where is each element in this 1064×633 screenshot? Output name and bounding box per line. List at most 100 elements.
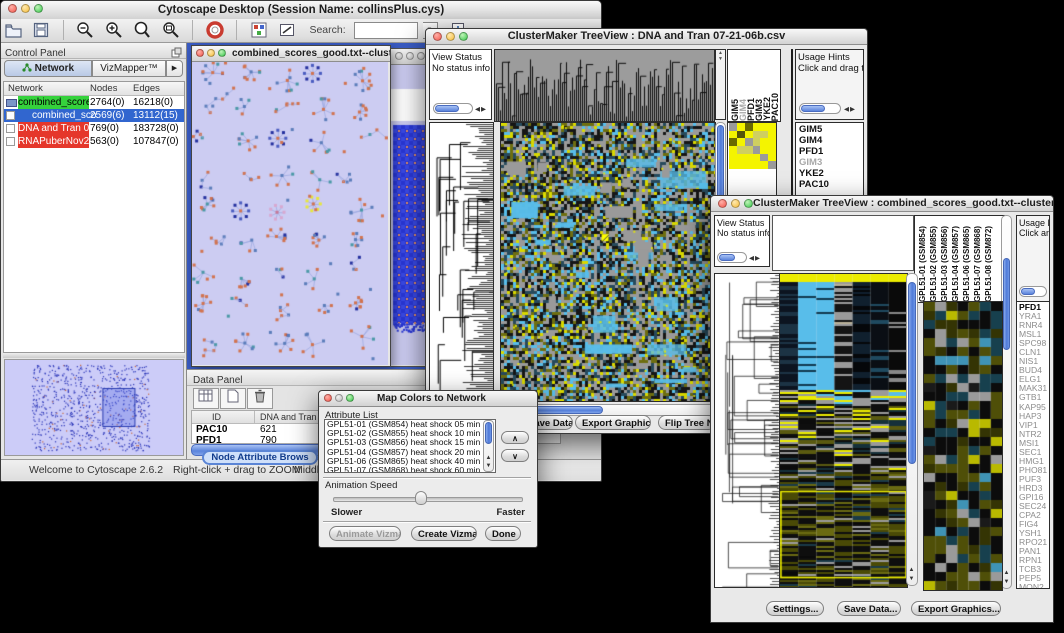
close-icon[interactable] — [324, 394, 332, 402]
treeview1-row-dendrogram[interactable] — [429, 122, 494, 414]
column-header-id[interactable]: ID — [212, 411, 221, 424]
network-table-row[interactable]: combined_scores 2764(0) 16218(0) — [4, 96, 184, 109]
search-input[interactable] — [354, 22, 418, 39]
minimize-icon[interactable] — [731, 199, 740, 208]
zoom-window-icon[interactable] — [459, 32, 468, 41]
view-status-hscrollbar[interactable] — [717, 252, 747, 263]
vizmapper-icon[interactable] — [249, 20, 269, 45]
column-label[interactable]: GIM3 — [754, 99, 762, 121]
close-icon[interactable] — [8, 4, 17, 13]
gene-label[interactable]: MON2 — [1019, 583, 1049, 589]
column-label[interactable]: GIM4 — [738, 99, 746, 121]
dialog-button[interactable]: Animate Vizmap — [329, 526, 401, 541]
strip-down-icon[interactable]: ▼ — [716, 56, 725, 62]
treeview2-row-dendrogram[interactable] — [714, 273, 781, 588]
treeview1-column-dendrogram[interactable] — [494, 49, 715, 122]
move-down-button[interactable]: ∨ — [501, 449, 529, 462]
tab-overflow-icon[interactable]: ▶ — [166, 60, 183, 77]
attribute-select-icon[interactable] — [193, 388, 219, 409]
column-label[interactable]: GPL51-08 (GSM872) — [984, 226, 995, 302]
minimize-icon[interactable] — [207, 49, 215, 57]
column-label[interactable]: PAC10 — [770, 93, 778, 121]
column-header-edges[interactable]: Edges — [133, 82, 160, 95]
treeview2-button[interactable]: Save Data... — [837, 601, 901, 616]
view-status-hscrollbar[interactable] — [433, 103, 473, 114]
column-label[interactable]: PFD1 — [746, 98, 754, 121]
tab-network[interactable]: Network — [4, 60, 92, 77]
zoom-window-icon[interactable] — [744, 199, 753, 208]
dialog-title-bar[interactable]: Map Colors to Network — [319, 391, 537, 407]
column-label[interactable]: GPL51-07 (GSM868) — [973, 226, 984, 302]
treeview2-zoom-heatmap[interactable] — [923, 301, 1003, 591]
close-icon[interactable] — [433, 32, 442, 41]
column-label[interactable]: GPL51-01 (GSM854) — [918, 226, 929, 302]
column-label[interactable]: GPL51-03 (GSM856) — [940, 226, 951, 302]
column-header-nodes[interactable]: Nodes — [90, 82, 117, 95]
attribute-list[interactable]: GPL51-01 (GSM854) heat shock 05 minGPL51… — [324, 419, 496, 473]
column-label[interactable]: GIM5 — [730, 99, 738, 121]
scroll-up-icon[interactable]: ▲ — [484, 455, 493, 462]
treeview1-button[interactable]: Export Graphics... — [575, 415, 651, 430]
zoom-window-icon[interactable] — [218, 49, 226, 57]
column-label[interactable]: YKE2 — [762, 97, 770, 121]
treeview2-heatmap[interactable] — [779, 273, 908, 588]
scroll-arrows[interactable]: ◀▶ — [749, 254, 761, 262]
gene-label[interactable]: GIM5 — [799, 124, 863, 135]
column-label[interactable]: GPL51-04 (GSM857) — [951, 226, 962, 302]
usage-hints-hscrollbar[interactable] — [799, 103, 841, 114]
close-icon[interactable] — [196, 49, 204, 57]
zoom-selected-icon[interactable] — [132, 20, 152, 45]
treeview2-button[interactable]: Export Graphics... — [911, 601, 1001, 616]
scroll-up-icon[interactable]: ▲ — [907, 567, 916, 574]
treeview2-title-bar[interactable]: ClusterMaker TreeView : combined_scores_… — [711, 196, 1053, 212]
treeview1-heatmap[interactable] — [500, 122, 716, 402]
zoom-window-icon[interactable] — [417, 52, 425, 60]
network-table-row[interactable]: combined_sco 2569(6) 13112(15) — [4, 109, 184, 122]
move-up-button[interactable]: ∧ — [501, 431, 529, 444]
network-canvas[interactable] — [192, 62, 388, 365]
dialog-button[interactable]: Create Vizmap — [411, 526, 477, 541]
gene-label[interactable]: GIM4 — [799, 135, 863, 146]
delete-attribute-trash-icon[interactable] — [247, 388, 273, 409]
gene-label[interactable]: PFD1 — [799, 146, 863, 157]
dialog-button[interactable]: Done — [485, 526, 521, 541]
column-label[interactable]: GPL51-02 (GSM855) — [929, 226, 940, 302]
treeview1-button[interactable]: Flip Tree N — [658, 415, 716, 430]
minimize-icon[interactable] — [21, 4, 30, 13]
close-icon[interactable] — [718, 199, 727, 208]
network-table-row[interactable]: DNA and Tran 07 769(0) 183728(0) — [4, 122, 184, 135]
scroll-down-icon[interactable]: ▼ — [484, 463, 493, 470]
column-label[interactable]: GPL51-06 (GSM865) — [962, 226, 973, 302]
tab-node-attribute-browser[interactable]: Node Attribute Brows — [202, 450, 318, 465]
column-header-network[interactable]: Network — [8, 82, 43, 95]
minimize-icon[interactable] — [406, 52, 414, 60]
network-table-row[interactable]: RNAPuberNov2+ 563(0) 107847(0) — [4, 135, 184, 148]
zoom-in-icon[interactable] — [104, 20, 124, 45]
network-view-title-bar[interactable]: combined_scores_good.txt--cluste... — [192, 46, 390, 62]
zoom-window-icon[interactable] — [34, 4, 43, 13]
scroll-down-icon[interactable]: ▼ — [1002, 579, 1011, 586]
network-overview-thumbnail[interactable] — [4, 359, 184, 456]
gene-label[interactable]: PAC10 — [799, 179, 863, 190]
treeview2-button[interactable]: Settings... — [766, 601, 824, 616]
scroll-arrows[interactable]: ◀▶ — [475, 105, 487, 113]
treeview2-vscrollbar[interactable] — [906, 273, 918, 586]
scroll-arrows[interactable]: ◀▶ — [844, 105, 856, 113]
gene-label[interactable]: YKE2 — [799, 168, 863, 179]
zoom-fit-icon[interactable] — [161, 20, 181, 45]
attribute-list-item[interactable]: GPL51-07 (GSM868) heat shock 60 min — [325, 466, 495, 473]
network-view-window[interactable]: combined_scores_good.txt--cluste... — [191, 45, 391, 367]
new-attribute-icon[interactable] — [220, 388, 246, 409]
minimize-icon[interactable] — [446, 32, 455, 41]
treeview2-column-tree-area[interactable] — [772, 215, 914, 271]
zoom-window-icon[interactable] — [346, 394, 354, 402]
treeview1-zoom-matrix[interactable] — [729, 123, 776, 169]
annotation-icon[interactable] — [277, 20, 297, 45]
gene-label[interactable]: GIM3 — [799, 157, 863, 168]
main-title-bar[interactable]: Cytoscape Desktop (Session Name: collins… — [1, 1, 601, 20]
animation-speed-slider-track[interactable] — [333, 497, 523, 502]
zoom-out-icon[interactable] — [75, 20, 95, 45]
open-file-icon[interactable] — [3, 20, 23, 45]
splitter-handle[interactable] — [3, 353, 185, 358]
scroll-up-icon[interactable]: ▲ — [1002, 570, 1011, 577]
